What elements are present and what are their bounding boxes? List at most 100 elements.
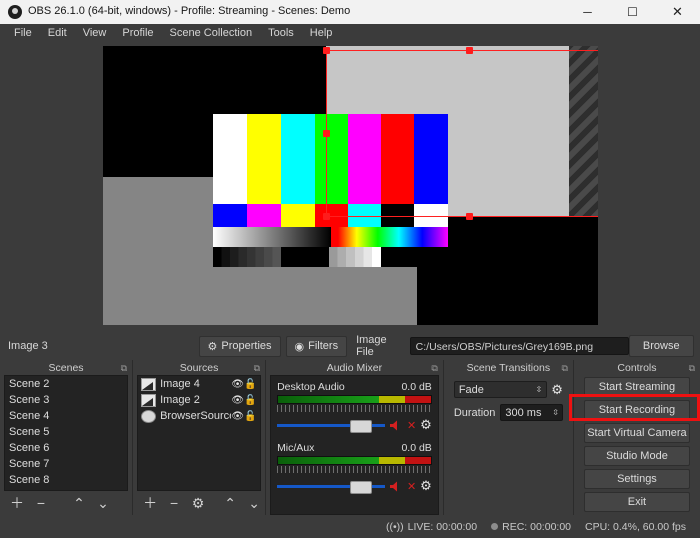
gear-icon[interactable]: ⚙	[420, 478, 432, 494]
close-button[interactable]: ✕	[655, 0, 700, 24]
menu-view[interactable]: View	[75, 24, 115, 42]
add-source-button[interactable]: ＋	[139, 493, 161, 513]
volume-meter	[277, 395, 432, 404]
studio-mode-button[interactable]: Studio Mode	[584, 446, 690, 466]
window-buttons: ─ ☐ ✕	[565, 0, 700, 24]
sources-title: Sources	[180, 362, 219, 374]
volume-slider[interactable]	[277, 422, 385, 429]
color-bars-row-2	[213, 204, 448, 227]
broadcast-icon: ((•))	[386, 521, 404, 533]
live-time: LIVE: 00:00:00	[408, 521, 477, 533]
status-bar: ((•)) LIVE: 00:00:00 REC: 00:00:00 CPU: …	[0, 515, 700, 538]
browse-button[interactable]: Browse	[629, 335, 695, 357]
volume-slider[interactable]	[277, 483, 385, 490]
minimize-button[interactable]: ─	[565, 0, 610, 24]
scene-list-item[interactable]: Scene 2	[5, 376, 127, 392]
spinner-icon[interactable]: ⇳	[552, 409, 559, 417]
scene-list-item[interactable]: Scene 3	[5, 392, 127, 408]
menu-profile[interactable]: Profile	[114, 24, 161, 42]
audio-mixer-body[interactable]: Desktop Audio 0.0 dB ✕	[270, 375, 439, 515]
speaker-muted-icon[interactable]	[389, 480, 404, 493]
popout-icon[interactable]: ⧉	[689, 363, 695, 374]
dock-row: Scenes ⧉ Scene 1 Scene 2 Scene 3 Scene 4…	[0, 360, 700, 515]
menu-help[interactable]: Help	[302, 24, 341, 42]
gear-icon[interactable]: ⚙	[551, 382, 563, 398]
source-list-item[interactable]: Image 4 👁 🔓	[138, 376, 260, 392]
obs-main-window: OBS 26.1.0 (64-bit, windows) - Profile: …	[0, 0, 700, 538]
cpu-text: CPU: 0.4%, 60.00 fps	[585, 521, 686, 533]
start-recording-button[interactable]: Start Recording	[584, 400, 690, 420]
unlock-icon[interactable]: 🔓	[244, 379, 257, 390]
remove-source-button[interactable]: −	[163, 493, 185, 513]
scene-list-item[interactable]: Scene 7	[5, 456, 127, 472]
filters-button[interactable]: ◉ Filters	[286, 336, 348, 357]
image-file-path-input[interactable]: C:/Users/OBS/Pictures/Grey169B.png	[410, 337, 629, 355]
selected-source-label: Image 3	[8, 340, 199, 352]
move-scene-down-button[interactable]: ⌄	[92, 493, 114, 513]
sources-list[interactable]: Image 4 👁 🔓 Image 3 👁 🔓 Image 2 👁 🔓	[137, 375, 261, 491]
popout-icon[interactable]: ⧉	[561, 363, 567, 374]
transition-select[interactable]: Fade ⇳	[454, 381, 547, 398]
preview-area[interactable]	[0, 42, 700, 332]
source-label: Image 2	[160, 394, 231, 406]
eye-icon[interactable]: 👁	[231, 379, 244, 390]
move-source-up-button[interactable]: ⌃	[219, 493, 241, 513]
gear-icon[interactable]: ⚙	[420, 417, 432, 433]
exit-button[interactable]: Exit	[584, 492, 690, 512]
scene-list-item[interactable]: Scene 6	[5, 440, 127, 456]
start-virtual-camera-button[interactable]: Start Virtual Camera	[584, 423, 690, 443]
remove-scene-button[interactable]: −	[30, 493, 52, 513]
properties-button[interactable]: ⚙ Properties	[199, 336, 281, 357]
db-scale	[277, 466, 432, 473]
settings-button[interactable]: Settings	[584, 469, 690, 489]
source-properties-button[interactable]: ⚙	[187, 493, 209, 513]
source-list-item[interactable]: BrowserSource 👁 🔓	[138, 408, 260, 424]
audio-channel-mic: Mic/Aux 0.0 dB ✕	[271, 433, 438, 494]
start-streaming-button[interactable]: Start Streaming	[584, 377, 690, 397]
chevron-updown-icon: ⇳	[536, 386, 543, 394]
cpu-status: CPU: 0.4%, 60.00 fps	[585, 521, 686, 533]
preview-canvas[interactable]	[103, 46, 598, 325]
step-tail	[381, 247, 448, 267]
menu-scene-collection[interactable]: Scene Collection	[162, 24, 261, 42]
eye-icon[interactable]: 👁	[231, 395, 244, 406]
sources-dock: Sources ⧉ Image 4 👁 🔓 Image 3 👁 🔓	[133, 360, 266, 515]
controls-header: Controls ⧉	[574, 360, 700, 375]
duration-label: Duration	[454, 407, 496, 419]
close-icon: ✕	[672, 4, 683, 20]
source-label: BrowserSource	[160, 410, 231, 422]
mute-x-icon: ✕	[407, 480, 416, 493]
menu-edit[interactable]: Edit	[40, 24, 75, 42]
scenes-dock: Scenes ⧉ Scene 1 Scene 2 Scene 3 Scene 4…	[0, 360, 133, 515]
dark-steps	[213, 247, 281, 267]
volume-meter	[277, 456, 432, 465]
preview-test-pattern[interactable]	[213, 114, 448, 227]
eye-icon[interactable]: 👁	[231, 411, 244, 422]
add-scene-button[interactable]: ＋	[6, 493, 28, 513]
channel-level: 0.0 dB	[401, 381, 431, 393]
scene-list-item[interactable]: Scene 5	[5, 424, 127, 440]
popout-icon[interactable]: ⧉	[121, 363, 127, 374]
properties-label: Properties	[221, 340, 271, 352]
menu-file[interactable]: File	[6, 24, 40, 42]
unlock-icon[interactable]: 🔓	[244, 411, 257, 422]
channel-level: 0.0 dB	[401, 442, 431, 454]
preview-stripe-band	[569, 46, 598, 217]
scene-transitions-header: Scene Transitions ⧉	[444, 360, 573, 375]
scene-list-item[interactable]: Scene 4	[5, 408, 127, 424]
scenes-list[interactable]: Scene 1 Scene 2 Scene 3 Scene 4 Scene 5 …	[4, 375, 128, 491]
controls-title: Controls	[617, 362, 656, 374]
duration-input[interactable]: 300 ms ⇳	[500, 404, 563, 421]
move-source-down-button[interactable]: ⌄	[243, 493, 265, 513]
unlock-icon[interactable]: 🔓	[244, 395, 257, 406]
maximize-button[interactable]: ☐	[610, 0, 655, 24]
source-list-item[interactable]: Image 2 👁 🔓	[138, 392, 260, 408]
channel-name: Desktop Audio	[277, 381, 345, 393]
popout-icon[interactable]: ⧉	[254, 363, 260, 374]
filters-icon: ◉	[295, 340, 305, 353]
popout-icon[interactable]: ⧉	[431, 363, 437, 374]
move-scene-up-button[interactable]: ⌃	[68, 493, 90, 513]
scene-list-item[interactable]: Scene 8	[5, 472, 127, 488]
speaker-muted-icon[interactable]	[389, 419, 404, 432]
menu-tools[interactable]: Tools	[260, 24, 302, 42]
